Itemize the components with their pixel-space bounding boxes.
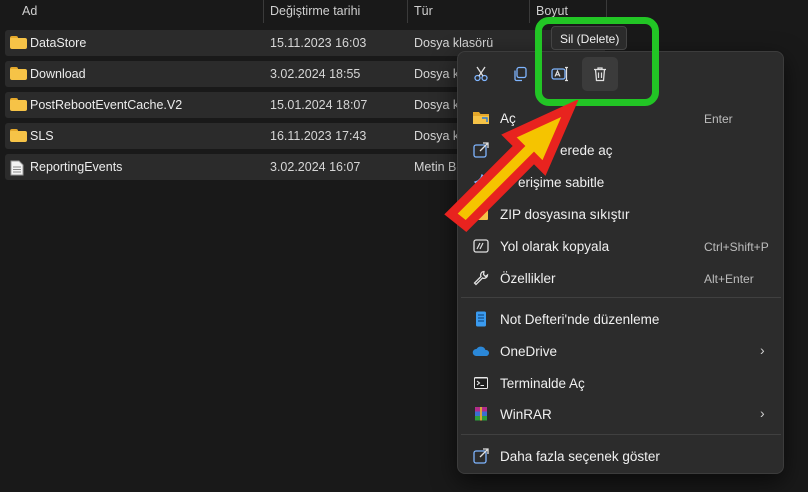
file-name: ReportingEvents (30, 160, 123, 174)
file-name: Download (30, 67, 86, 81)
folder-icon (10, 36, 27, 49)
pointer-arrow-icon (444, 100, 579, 233)
menu-label: Yol olarak kopyala (500, 239, 610, 254)
file-date: 16.11.2023 17:43 (270, 129, 367, 143)
column-size[interactable]: Boyut (536, 4, 568, 18)
column-divider[interactable] (263, 0, 264, 23)
file-name: DataStore (30, 36, 87, 50)
terminal-icon (474, 377, 488, 389)
onedrive-icon (472, 346, 490, 356)
menu-separator (461, 297, 781, 298)
menu-item-notepad[interactable]: Not Defteri'nde düzenleme (460, 304, 782, 334)
file-type: Dosya kl (414, 67, 462, 81)
chevron-right-icon: › (760, 405, 765, 421)
column-divider[interactable] (407, 0, 408, 23)
file-date: 3.02.2024 16:07 (270, 160, 361, 174)
menu-shortcut: Ctrl+Shift+P (704, 240, 769, 254)
file-name: SLS (30, 129, 54, 143)
file-date: 15.11.2023 16:03 (270, 36, 367, 50)
file-type: Dosya klasörü (414, 36, 494, 50)
menu-item-winrar[interactable]: WinRAR › (460, 399, 782, 429)
menu-item-more-options[interactable]: Daha fazla seçenek göster (460, 441, 782, 471)
folder-icon (10, 98, 27, 111)
menu-label: Not Defteri'nde düzenleme (500, 312, 660, 327)
menu-item-onedrive[interactable]: OneDrive › (460, 336, 782, 366)
menu-label: WinRAR (500, 407, 552, 422)
column-type[interactable]: Tür (414, 4, 433, 18)
menu-label: Daha fazla seçenek göster (500, 449, 660, 464)
text-file-icon (10, 160, 24, 176)
menu-item-properties[interactable]: Özellikler Alt+Enter (460, 263, 782, 293)
column-modified[interactable]: Değiştirme tarihi (270, 4, 360, 18)
menu-label: Özellikler (500, 271, 556, 286)
folder-icon (10, 67, 27, 80)
more-options-icon (473, 448, 489, 464)
file-date: 15.01.2024 18:07 (270, 98, 368, 112)
menu-shortcut: Alt+Enter (704, 272, 754, 286)
cut-button[interactable] (463, 57, 499, 91)
menu-label: Terminalde Aç (500, 376, 585, 391)
column-divider[interactable] (529, 0, 530, 23)
file-date: 3.02.2024 18:55 (270, 67, 361, 81)
highlight-box (535, 17, 659, 106)
sort-caret-icon[interactable]: ^ (136, 0, 141, 6)
column-header: ^ Ad Değiştirme tarihi Tür Boyut (0, 0, 808, 24)
file-name: PostRebootEventCache.V2 (30, 98, 183, 112)
menu-shortcut: Enter (704, 112, 733, 126)
menu-label: OneDrive (500, 344, 558, 359)
menu-separator (461, 434, 781, 435)
copy-path-icon (473, 239, 489, 253)
chevron-right-icon: › (760, 342, 765, 358)
copy-button[interactable] (502, 57, 538, 91)
notepad-icon (476, 311, 486, 327)
column-name[interactable]: Ad (22, 4, 37, 18)
copy-icon (514, 66, 527, 82)
wrench-icon (473, 270, 489, 286)
cut-icon (474, 66, 488, 82)
folder-icon (10, 129, 27, 142)
menu-item-terminal[interactable]: Terminalde Aç (460, 368, 782, 398)
winrar-icon (475, 407, 487, 421)
